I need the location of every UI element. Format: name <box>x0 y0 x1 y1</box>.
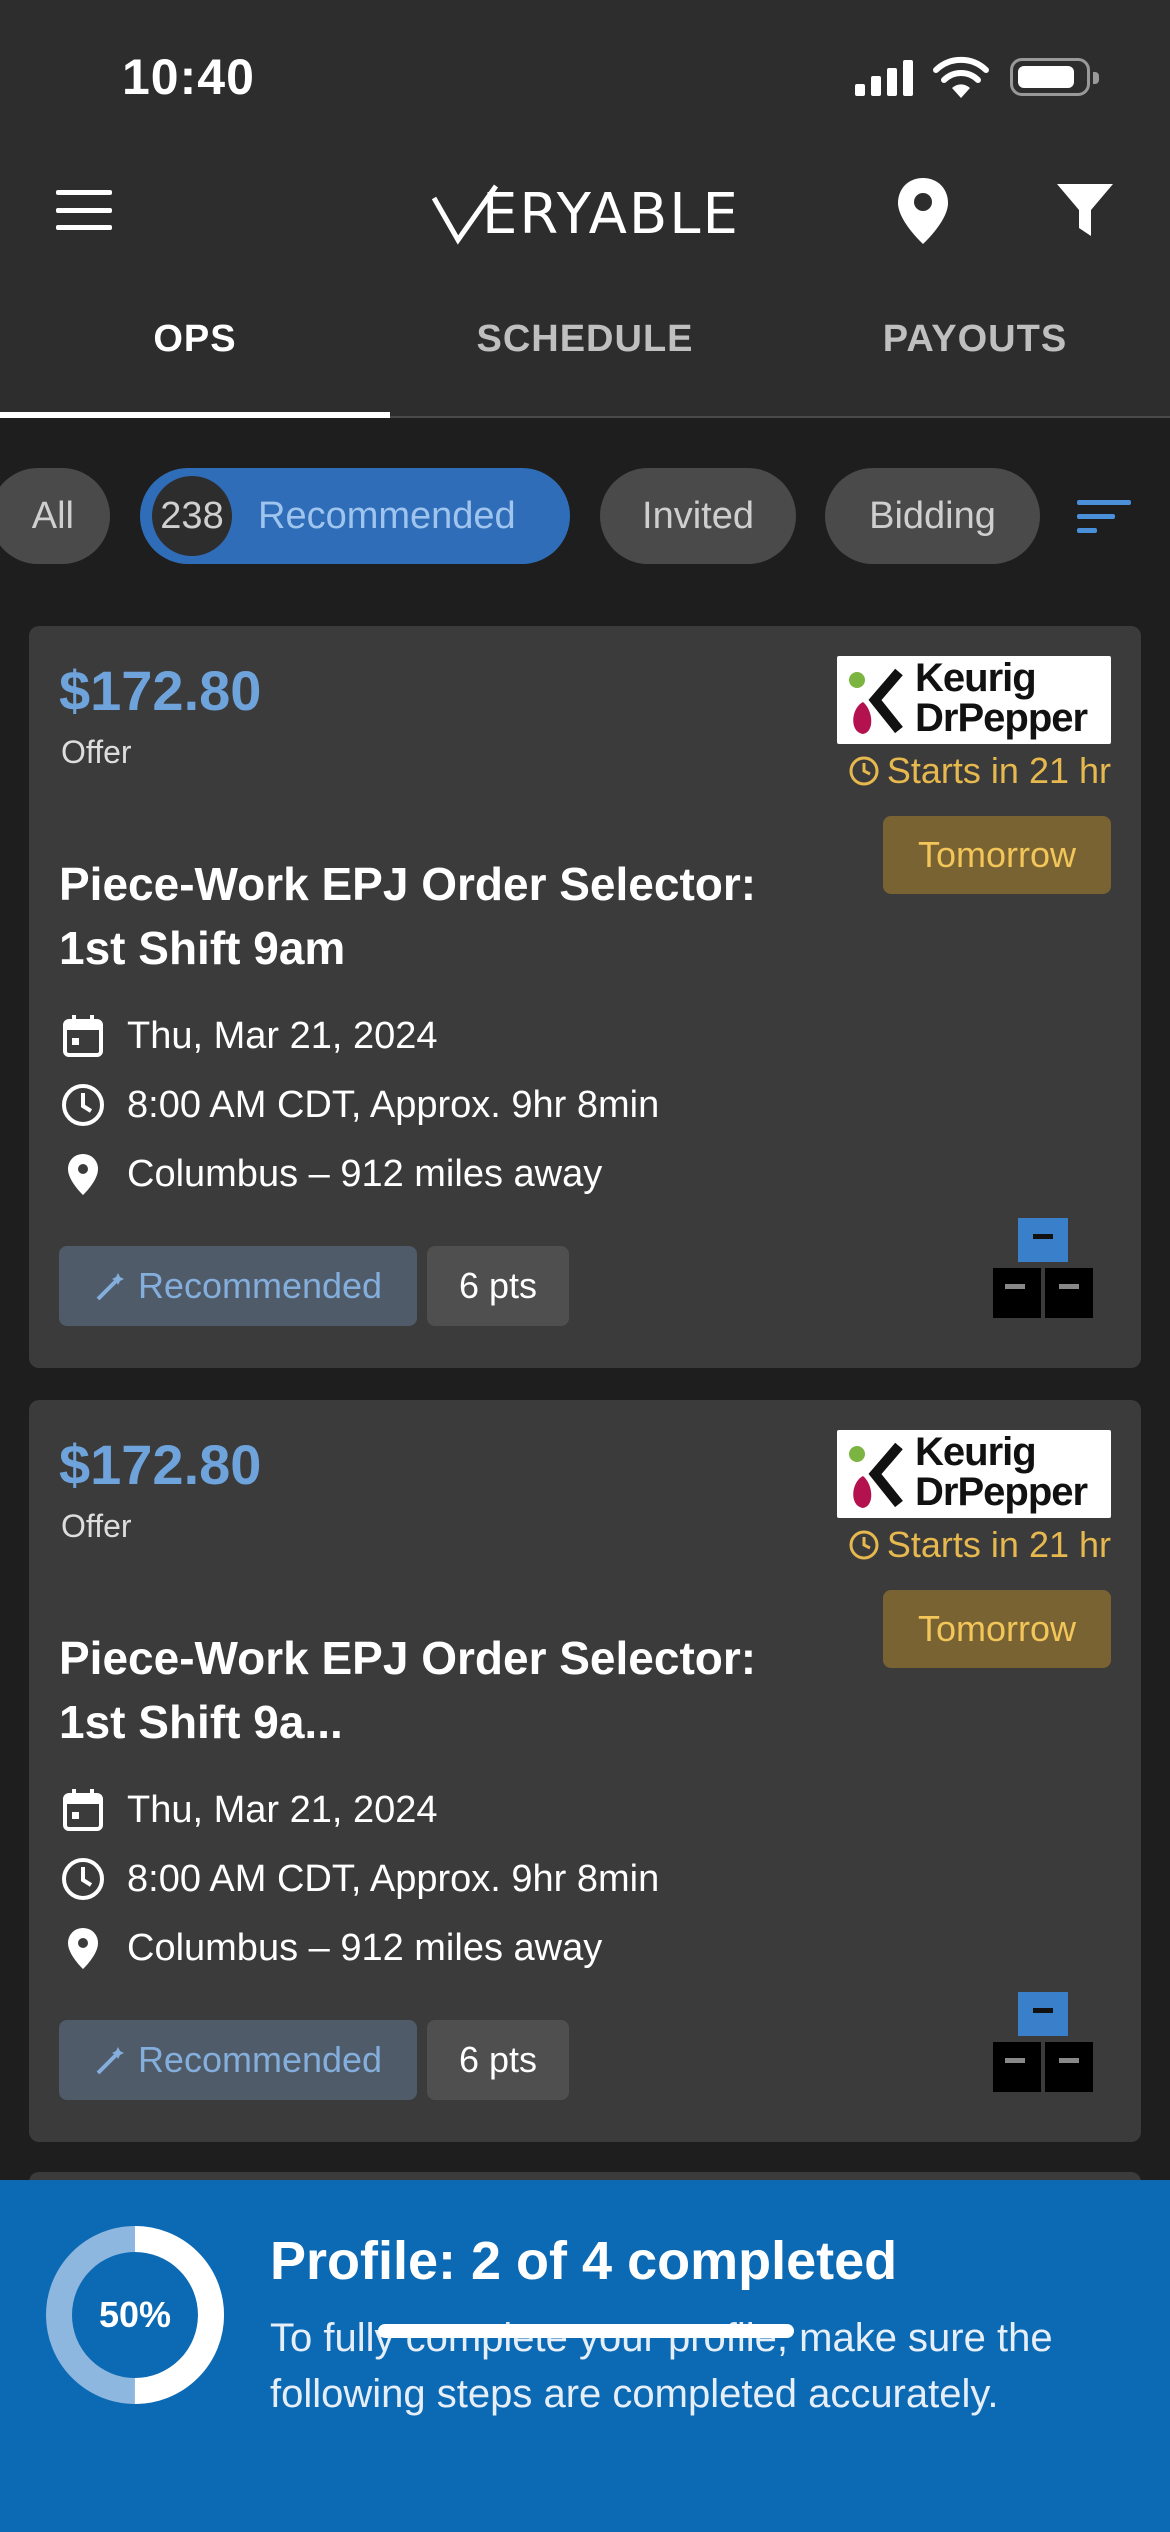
recommended-count: 238 <box>152 476 232 556</box>
op-location: Columbus – 912 miles away <box>59 1150 602 1198</box>
location-pin-icon <box>68 1928 98 1969</box>
op-title: Piece-Work EPJ Order Selector: 1st Shift… <box>59 1632 757 1748</box>
filter-icon[interactable] <box>1055 180 1115 240</box>
company-logo: Keurig DrPepper <box>837 656 1111 744</box>
profile-title: Profile: 2 of 4 completed <box>270 2231 898 2291</box>
clock-icon <box>849 756 879 786</box>
app-header: ERYABLE <box>0 140 1170 280</box>
veryable-logo: ERYABLE <box>430 178 740 248</box>
clock-icon <box>62 1084 104 1126</box>
op-card[interactable]: $172.80 Offer Keurig DrPepper Starts in … <box>29 1400 1141 2142</box>
offer-label: Offer <box>61 734 132 770</box>
chip-invited[interactable]: Invited <box>600 468 796 564</box>
starts-in: Starts in 21 hr <box>847 750 1111 792</box>
logo-text: ERYABLE <box>482 182 740 247</box>
op-title: Piece-Work EPJ Order Selector: 1st Shift… <box>59 858 757 974</box>
progress-percent: 50% <box>98 2294 172 2335</box>
cellular-signal-icon <box>855 60 913 96</box>
chip-all[interactable]: All <box>0 468 110 564</box>
profile-progress-banner[interactable]: 50% Profile: 2 of 4 completed To fully c… <box>0 2180 1170 2532</box>
main-tabs: OPS SCHEDULE PAYOUTS <box>0 280 1170 418</box>
tab-payouts[interactable]: PAYOUTS <box>780 318 1170 361</box>
offer-label: Offer <box>61 1508 132 1544</box>
day-badge: Tomorrow <box>883 816 1111 894</box>
offer-price: $172.80 <box>59 1433 262 1496</box>
op-date: Thu, Mar 21, 2024 <box>59 1012 438 1060</box>
filter-chips: All 238 Recommended Invited Bidding <box>0 418 1170 608</box>
menu-icon[interactable] <box>56 190 112 230</box>
starts-in: Starts in 21 hr <box>847 1524 1111 1566</box>
status-bar: 10:40 <box>0 0 1170 140</box>
points-tag: 6 pts <box>427 1246 569 1326</box>
day-badge: Tomorrow <box>883 1590 1111 1668</box>
sort-icon[interactable] <box>1075 496 1133 538</box>
clock-icon <box>849 1530 879 1560</box>
wifi-icon <box>933 56 989 98</box>
clock-icon <box>62 1858 104 1900</box>
company-name: Keurig DrPepper <box>915 656 1088 740</box>
boxes-icon <box>993 1218 1093 1318</box>
company-name: Keurig DrPepper <box>915 1430 1088 1514</box>
boxes-icon <box>993 1992 1093 2092</box>
op-time: 8:00 AM CDT, Approx. 9hr 8min <box>59 1081 659 1129</box>
status-time: 10:40 <box>122 49 255 105</box>
chip-recommended[interactable]: 238 Recommended <box>140 468 570 564</box>
battery-icon <box>1010 58 1099 96</box>
op-card[interactable]: $172.80 Offer Keurig DrPepper Starts in … <box>29 626 1141 1368</box>
op-date: Thu, Mar 21, 2024 <box>59 1786 438 1834</box>
chip-bidding[interactable]: Bidding <box>825 468 1040 564</box>
tab-ops[interactable]: OPS <box>0 318 390 361</box>
recommended-tag: Recommended <box>59 1246 417 1326</box>
calendar-icon <box>63 1015 103 1057</box>
magic-wand-icon <box>96 1273 124 1301</box>
keurig-drpepper-mark <box>849 1442 903 1508</box>
company-logo: Keurig DrPepper <box>837 1430 1111 1518</box>
chip-recommended-label: Recommended <box>258 494 516 537</box>
keurig-drpepper-mark <box>849 668 903 734</box>
calendar-icon <box>63 1789 103 1831</box>
location-pin-icon[interactable] <box>895 176 951 246</box>
home-indicator <box>378 2324 794 2338</box>
points-tag: 6 pts <box>427 2020 569 2100</box>
op-time: 8:00 AM CDT, Approx. 9hr 8min <box>59 1855 659 1903</box>
tab-schedule[interactable]: SCHEDULE <box>390 318 780 361</box>
op-location: Columbus – 912 miles away <box>59 1924 602 1972</box>
location-pin-icon <box>68 1154 98 1195</box>
recommended-tag: Recommended <box>59 2020 417 2100</box>
magic-wand-icon <box>96 2047 124 2075</box>
offer-price: $172.80 <box>59 659 262 722</box>
